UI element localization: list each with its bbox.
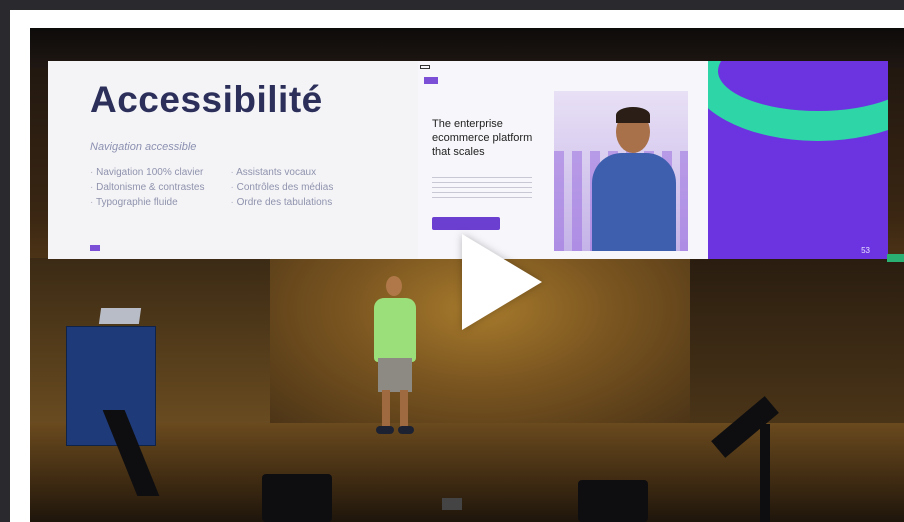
slide-subtitle: Navigation accessible [90, 141, 197, 153]
speaker-shoe [398, 426, 414, 434]
floor-speaker [262, 474, 332, 522]
bullet-item: Ordre des tabulations [231, 195, 334, 210]
monitor-stand [760, 424, 770, 522]
website-hero-graphic: 53 [708, 61, 888, 259]
wall-right [690, 258, 904, 428]
slide-logo [90, 245, 100, 251]
video-frame: Accessibilité Navigation accessible Navi… [10, 10, 904, 522]
speaker-shorts [378, 358, 412, 392]
photo-person-hair [616, 107, 650, 123]
stage-floor [30, 423, 904, 522]
bullet-item: Assistants vocaux [231, 165, 334, 180]
slide-page-number: 53 [861, 246, 870, 255]
speaker-body [374, 298, 416, 362]
skip-link [420, 65, 430, 69]
slide-bullets-right: Assistants vocaux Contrôles des médias O… [231, 165, 334, 210]
video-player[interactable]: Accessibilité Navigation accessible Navi… [30, 28, 904, 522]
floor-mic [442, 498, 462, 510]
bullet-item: Daltonisme & contrastes [90, 180, 204, 195]
bullet-item: Contrôles des médias [231, 180, 334, 195]
speaker-leg [400, 390, 408, 430]
floor-speaker [578, 480, 648, 522]
speaker-leg [382, 390, 390, 430]
logo-mark [90, 245, 100, 251]
laptop [98, 308, 142, 324]
play-icon [462, 234, 542, 330]
photo-person-body [592, 153, 676, 251]
website-body-text [432, 177, 532, 199]
slide-title: Accessibilité [90, 79, 323, 120]
exit-sign [887, 254, 904, 262]
speaker-head [386, 276, 402, 296]
speaker-shoe [376, 426, 394, 434]
website-logo [424, 76, 438, 84]
website-nav [418, 73, 708, 87]
teal-ring [708, 61, 888, 141]
presentation-slide: Accessibilité Navigation accessible Navi… [48, 61, 418, 259]
bullet-item: Navigation 100% clavier [90, 165, 205, 180]
bullet-item: Typographie fluide [90, 195, 205, 210]
slide-bullets-left: Navigation 100% clavier Daltonisme & con… [90, 165, 205, 210]
website-hero-photo [554, 91, 688, 251]
website-headline: The enterprise ecommerce platform that s… [432, 118, 533, 158]
play-button[interactable] [444, 226, 554, 336]
slide-bullets: Navigation 100% clavier Daltonisme & con… [90, 165, 418, 210]
